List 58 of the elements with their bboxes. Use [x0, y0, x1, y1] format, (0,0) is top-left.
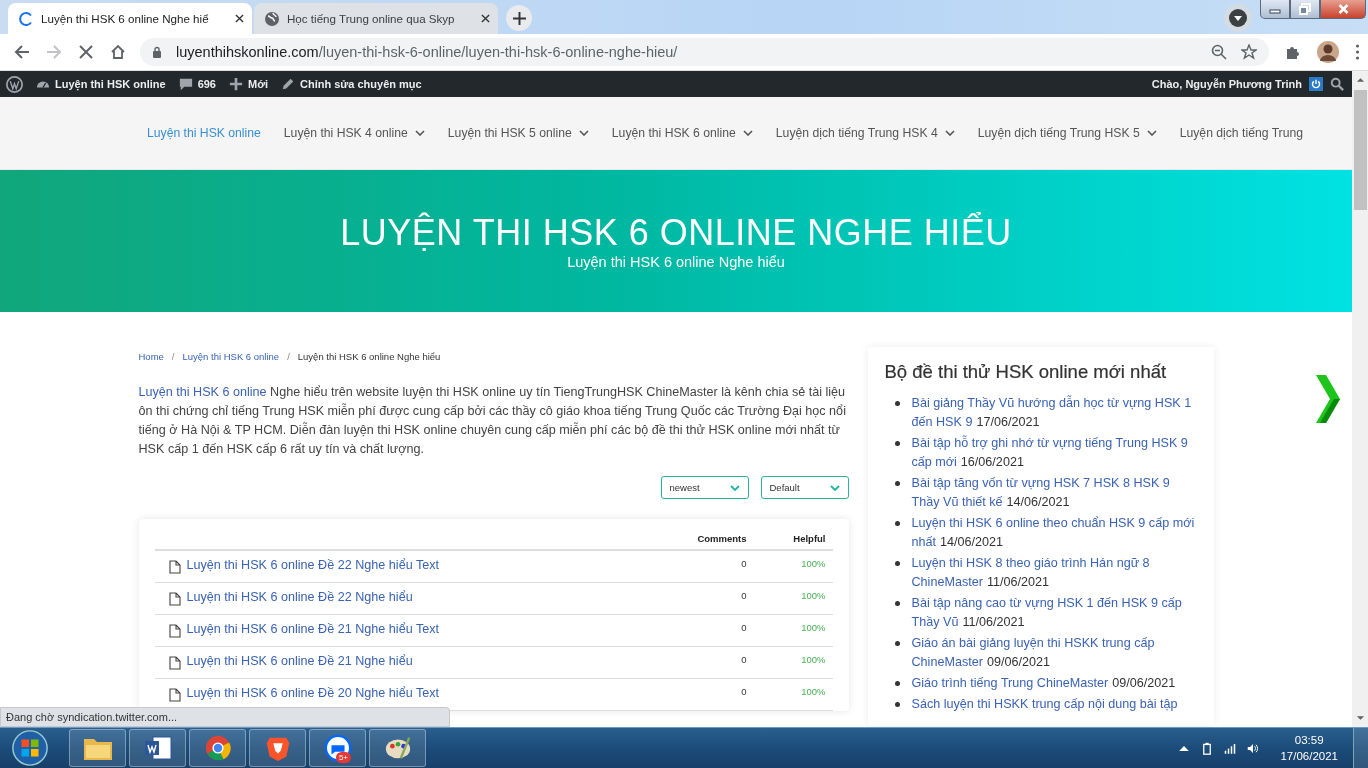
comment-count: 0 [740, 590, 747, 601]
helpful-rating: 100% [800, 654, 827, 665]
edit-category-link[interactable]: Chỉnh sửa chuyên mục [281, 77, 422, 91]
nav-item[interactable]: Luyện dịch tiếng Trung HSK 4 [775, 126, 955, 140]
article-link[interactable]: Luyện thi HSK 6 online Đề 22 Nghe hiểu [186, 590, 667, 604]
greeting-link[interactable]: Chào, Nguyễn Phương Trinh [1151, 78, 1302, 90]
post-item[interactable]: Bài giảng Thầy Vũ hướng dẫn học từ vựng HSK 1 đến HSK 9 17/06/2021 [911, 394, 1198, 432]
column-header: Helpful [792, 533, 827, 544]
post-item[interactable]: Bài tập hỗ trợ ghi nhớ từ vựng tiếng Trung HSK 9 cấp mới 16/06/2021 [911, 434, 1198, 472]
post-item[interactable]: Sách luyện thi HSKK trung cấp nội dung bài tập [911, 695, 1182, 714]
sidebar-title: Bộ đề thi thử HSK online mới nhất [884, 361, 1168, 383]
post-item[interactable]: Giáo án bài giảng luyện thi HSKK trung cấp ChineMaster 09/06/2021 [911, 634, 1198, 672]
article-link[interactable]: Luyện thi HSK 6 online Đề 20 Nghe hiểu Text [186, 686, 667, 700]
helpful-rating: 100% [800, 686, 827, 697]
comments-link[interactable]: 696 [178, 77, 216, 91]
breadcrumb-separator: / [287, 351, 290, 362]
notification-badge: 5+ [335, 752, 351, 763]
helpful-rating: 100% [800, 622, 827, 633]
comment-count: 0 [740, 686, 747, 697]
site-link[interactable]: Luyện thi HSK online [36, 77, 166, 91]
clock-time[interactable]: 03:59 [1294, 732, 1324, 748]
page-subtitle: Luyện thi HSK 6 online Nghe hiểu [567, 254, 785, 270]
nav-item[interactable]: Luyện dịch tiếng Trung HSK 5 [977, 126, 1157, 140]
post-item[interactable]: Giáo trình tiếng Trung ChineMaster 09/06/2021 [911, 674, 1176, 693]
article-link[interactable]: Luyện thi HSK 6 online Đề 22 Nghe hiểu Text [186, 558, 667, 572]
taskbar-app[interactable]: 5+ [309, 729, 366, 767]
comment-count: 0 [740, 558, 747, 569]
status-bubble: Đang chờ syndication.twitter.com... [0, 707, 450, 727]
post-item[interactable]: Bài tập nâng cao từ vựng HSK 1 đến HSK 9 cấp Thầy Vũ 11/06/2021 [911, 594, 1198, 632]
page-title: LUYỆN THI HSK 6 ONLINE NGHE HIỂU [340, 212, 1012, 254]
post-item[interactable]: Luyện thi HSK 8 theo giáo trình Hán ngữ 8 ChineMaster 11/06/2021 [911, 554, 1198, 592]
comment-count: 0 [740, 622, 747, 633]
comment-count: 0 [740, 654, 747, 665]
breadcrumb-item: Luyện thi HSK 6 online Nghe hiểu [297, 351, 441, 362]
article-link[interactable]: Luyện thi HSK 6 online Đề 21 Nghe hiểu Text [186, 622, 667, 636]
category-link[interactable]: Luyện thi HSK 6 online [138, 385, 267, 399]
breadcrumb-item[interactable]: Home [138, 351, 164, 362]
breadcrumb-separator: / [171, 351, 175, 362]
nav-item[interactable]: Luyện thi HSK 4 online [283, 126, 425, 140]
sort-dropdown[interactable]: newest [660, 476, 749, 499]
nav-item[interactable]: Luyện dịch tiếng Trung [1179, 126, 1304, 140]
address-bar[interactable]: luyenthihskonline.com/luyen-thi-hsk-6-online/luyen-thi-hsk-6-online-nghe-hieu/ [140, 38, 1269, 66]
sort-dropdown[interactable]: Default [760, 476, 849, 499]
article-link[interactable]: Luyện thi HSK 6 online Đề 21 Nghe hiểu [186, 654, 667, 668]
browser-tab[interactable]: Học tiếng Trung online qua Skyp [254, 3, 498, 34]
helpful-rating: 100% [800, 558, 827, 569]
breadcrumb-item[interactable]: Luyện thi HSK 6 online [182, 351, 280, 362]
intro-paragraph: Luyện thi HSK 6 online Nghe hiểu trên website luyện thi HSK online uy tín TiengTrungHSK ChineMaster là kênh chia sẻ tài liệu ôn thi chứng chỉ tiếng Trung HSK miễn phí được cung cấp bởi các thầy cô giáo khoa tiếng Trung Quốc các Trường Đại học nổi tiếng ở Hà Nội & TP HCM. Diễn đàn luyện thi HSK online chuyên cung cấp miễn phí các bộ đề thi thử HSK online mới nhất từ HSK cấp 1 đến HSK cấp 6 rất uy tín và chất lượng. [138, 384, 847, 458]
new-link[interactable]: Mới [229, 77, 269, 91]
column-header: Comments [696, 533, 747, 544]
nav-item[interactable]: Luyện thi HSK 5 online [447, 126, 589, 140]
nav-item[interactable]: Luyện thi HSK 6 online [611, 126, 753, 140]
clock-date[interactable]: 17/06/2021 [1280, 748, 1338, 764]
browser-tab[interactable]: Luyện thi HSK 6 online Nghe hiể [8, 3, 252, 34]
helpful-rating: 100% [800, 590, 827, 601]
post-item[interactable]: Luyện thi HSK 6 online theo chuẩn HSK 9 cấp mới nhất 14/06/2021 [911, 514, 1198, 552]
url-text: luyenthihskonline.com/luyen-thi-hsk-6-online/luyen-thi-hsk-6-online-nghe-hieu/ [176, 44, 678, 60]
post-item[interactable]: Bài tập tăng vốn từ vựng HSK 7 HSK 8 HSK 9 Thầy Vũ thiết kế 14/06/2021 [911, 474, 1198, 512]
